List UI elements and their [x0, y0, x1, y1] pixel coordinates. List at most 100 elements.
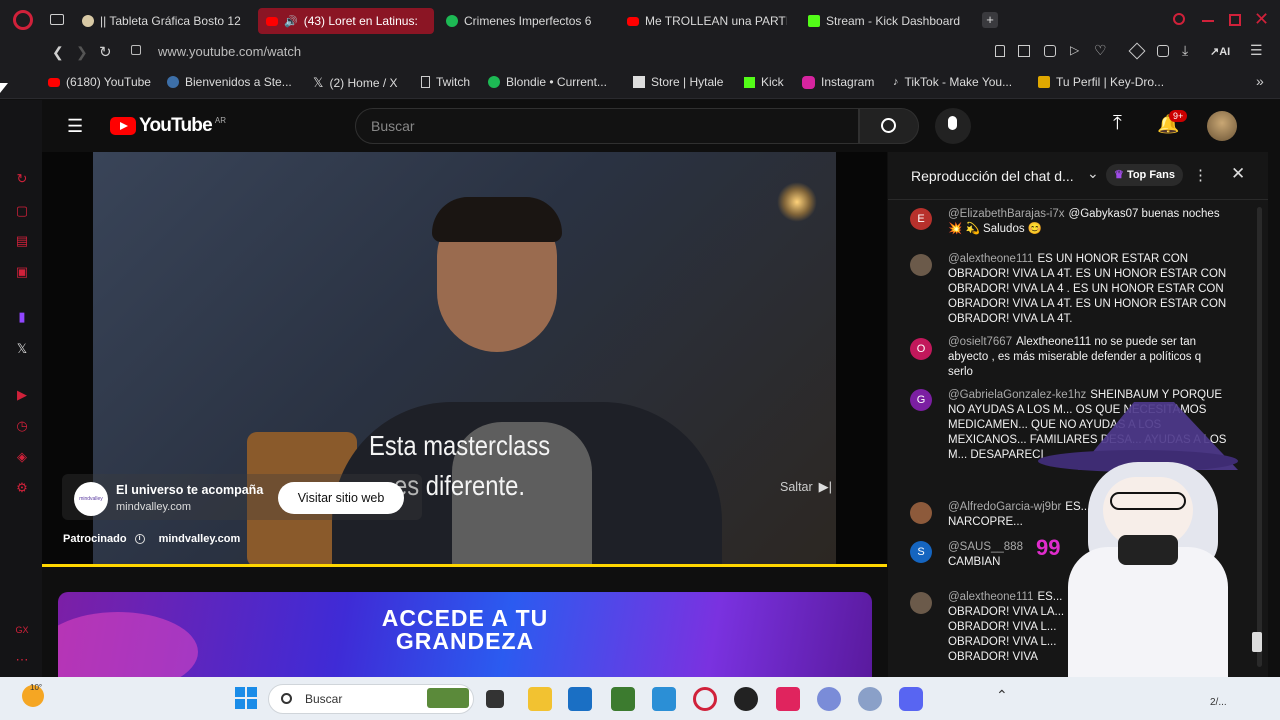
- x-icon[interactable]: 𝕏: [15, 342, 29, 356]
- scroll-to-bottom-icon[interactable]: [1252, 632, 1262, 652]
- ad-logo[interactable]: mindvalley: [74, 482, 108, 516]
- chat-author[interactable]: @GabrielaGonzalez-ke1hz: [948, 389, 1086, 401]
- task-view-icon[interactable]: [486, 690, 504, 708]
- file-explorer-icon[interactable]: [528, 687, 552, 711]
- bookmark-blondie[interactable]: Blondie • Current...: [488, 75, 607, 89]
- tab-5[interactable]: Stream - Kick Dashboard: [808, 8, 978, 34]
- close-window-button[interactable]: ✕: [1254, 9, 1269, 30]
- tab-3[interactable]: Crimenes Imperfectos 6: [446, 8, 606, 34]
- download-icon[interactable]: ⤓: [1182, 42, 1188, 59]
- reload-icon[interactable]: ↻: [99, 43, 112, 61]
- top-fans-button[interactable]: ♛ Top Fans: [1106, 164, 1184, 186]
- visit-site-button[interactable]: Visitar sitio web: [278, 482, 404, 514]
- obs-icon[interactable]: [734, 687, 758, 711]
- photos-icon[interactable]: [652, 687, 676, 711]
- avatar[interactable]: [910, 592, 932, 614]
- chat-author[interactable]: @AlfredoGarcia-wj9br: [948, 501, 1061, 513]
- chat-author[interactable]: @alextheone111: [948, 253, 1033, 265]
- maximize-button[interactable]: [1229, 14, 1241, 26]
- store-icon[interactable]: [568, 687, 592, 711]
- chat-author[interactable]: @SAUS__888: [948, 541, 1023, 553]
- bookmark-hytale[interactable]: Store | Hytale: [633, 75, 723, 89]
- bookmark-keydrop[interactable]: Tu Perfil | Key-Dro...: [1038, 75, 1164, 89]
- discord-icon[interactable]: [899, 687, 923, 711]
- bookmark-youtube[interactable]: (6180) YouTube: [48, 75, 151, 89]
- info-icon[interactable]: i: [134, 534, 145, 544]
- extensions-icon[interactable]: ◈: [15, 450, 29, 464]
- chat-author[interactable]: @ElizabethBarajas-i7x: [948, 208, 1065, 220]
- bookmark-kick[interactable]: Kick: [744, 75, 784, 89]
- back-icon[interactable]: ❮: [52, 44, 64, 61]
- bookmark-twitch[interactable]: Twitch: [421, 75, 470, 89]
- tab-4[interactable]: Me TROLLEAN una PARTI: [627, 8, 787, 34]
- search-tabs-icon[interactable]: [1173, 13, 1185, 25]
- tab-1[interactable]: || Tableta Gráfica Bosto 12: [82, 8, 247, 34]
- app-icon[interactable]: [817, 687, 841, 711]
- tray-clock[interactable]: 2/...: [1210, 697, 1227, 708]
- extensions-icon[interactable]: [1128, 42, 1146, 60]
- avatar[interactable]: [910, 502, 932, 524]
- profile-lock-icon[interactable]: [1157, 45, 1169, 57]
- video-player[interactable]: Esta masterclass es diferente. mindvalle…: [42, 152, 887, 567]
- chat-scrollbar[interactable]: [1257, 207, 1262, 667]
- video-progress-bar[interactable]: [42, 564, 887, 567]
- chat-author[interactable]: @alextheone111: [948, 591, 1033, 603]
- music-icon[interactable]: ▣: [15, 265, 29, 279]
- upload-icon[interactable]: ⤒: [1113, 112, 1122, 135]
- ad-title[interactable]: El universo te acompaña: [116, 483, 263, 497]
- voice-search-button[interactable]: [935, 108, 971, 144]
- companion-banner-ad[interactable]: ACCEDE A TU GRANDEZA: [58, 592, 872, 677]
- bookmark-instagram[interactable]: Instagram: [802, 75, 874, 89]
- youtube-logo[interactable]: YouTube AR: [110, 115, 226, 137]
- hamburger-menu-icon[interactable]: ☰: [67, 116, 83, 137]
- opera-logo-icon[interactable]: [13, 10, 33, 30]
- url-field[interactable]: www.youtube.com/watch: [158, 44, 301, 59]
- ai-button[interactable]: ↗AI: [1210, 45, 1230, 58]
- opera-gx-icon[interactable]: [693, 687, 717, 711]
- avatar[interactable]: O: [910, 338, 932, 360]
- player-icon[interactable]: ▶: [15, 388, 29, 402]
- speaker-icon[interactable]: 🔊: [284, 15, 298, 28]
- minecraft-icon[interactable]: [611, 687, 635, 711]
- more-icon[interactable]: ⋯: [15, 653, 29, 667]
- aria-icon[interactable]: ↻: [15, 172, 29, 186]
- shield-icon[interactable]: [1044, 45, 1056, 57]
- bookmark-steam[interactable]: Bienvenidos a Ste...: [167, 75, 292, 89]
- gx-icon[interactable]: GX: [15, 623, 29, 637]
- minimize-button[interactable]: [1202, 20, 1214, 22]
- avatar[interactable]: [1207, 111, 1237, 141]
- workspaces-icon[interactable]: [50, 14, 64, 25]
- capcut-icon[interactable]: [776, 687, 800, 711]
- search-button[interactable]: [859, 108, 919, 144]
- chevron-down-icon[interactable]: ⌄: [1087, 165, 1099, 182]
- more-bookmarks-icon[interactable]: »: [1256, 73, 1264, 89]
- more-vert-icon[interactable]: ⋮: [1193, 166, 1208, 184]
- menu-icon[interactable]: ☰: [1250, 42, 1263, 59]
- new-tab-button[interactable]: +: [982, 12, 998, 28]
- tab-2-active[interactable]: 🔊 (43) Loret en Latinus:: [258, 8, 434, 34]
- search-input[interactable]: Buscar: [355, 108, 859, 144]
- start-button[interactable]: [235, 687, 257, 709]
- bookmark-tiktok[interactable]: ♪ TikTok - Make You...: [893, 75, 1012, 89]
- notifications-button[interactable]: 🔔 9+: [1157, 110, 1188, 135]
- settings-icon[interactable]: ⚙: [15, 481, 29, 495]
- gallery-icon[interactable]: ▤: [15, 234, 29, 248]
- heart-icon[interactable]: ♡: [1094, 42, 1107, 59]
- snapshot-icon[interactable]: [1018, 45, 1030, 57]
- chat-title[interactable]: Reproducción del chat d...: [911, 168, 1074, 184]
- pin-icon[interactable]: [995, 45, 1005, 57]
- app-icon-2[interactable]: [858, 687, 882, 711]
- play-icon[interactable]: ▷: [1070, 43, 1079, 57]
- twitch-icon[interactable]: ▮: [15, 310, 29, 324]
- avatar[interactable]: E: [910, 208, 932, 230]
- forward-icon[interactable]: ❯: [76, 44, 88, 61]
- bookmark-x[interactable]: 𝕏 (2) Home / X: [313, 75, 398, 91]
- shopping-icon[interactable]: ▢: [15, 204, 29, 218]
- skip-ad-button[interactable]: Saltar ▶|: [780, 475, 860, 499]
- avatar[interactable]: [910, 254, 932, 276]
- sponsor-domain[interactable]: mindvalley.com: [159, 533, 241, 545]
- history-icon[interactable]: ◷: [15, 419, 29, 433]
- tray-chevron-up-icon[interactable]: ⌃: [996, 687, 1008, 704]
- avatar[interactable]: G: [910, 389, 932, 411]
- chat-author[interactable]: @osielt7667: [948, 336, 1012, 348]
